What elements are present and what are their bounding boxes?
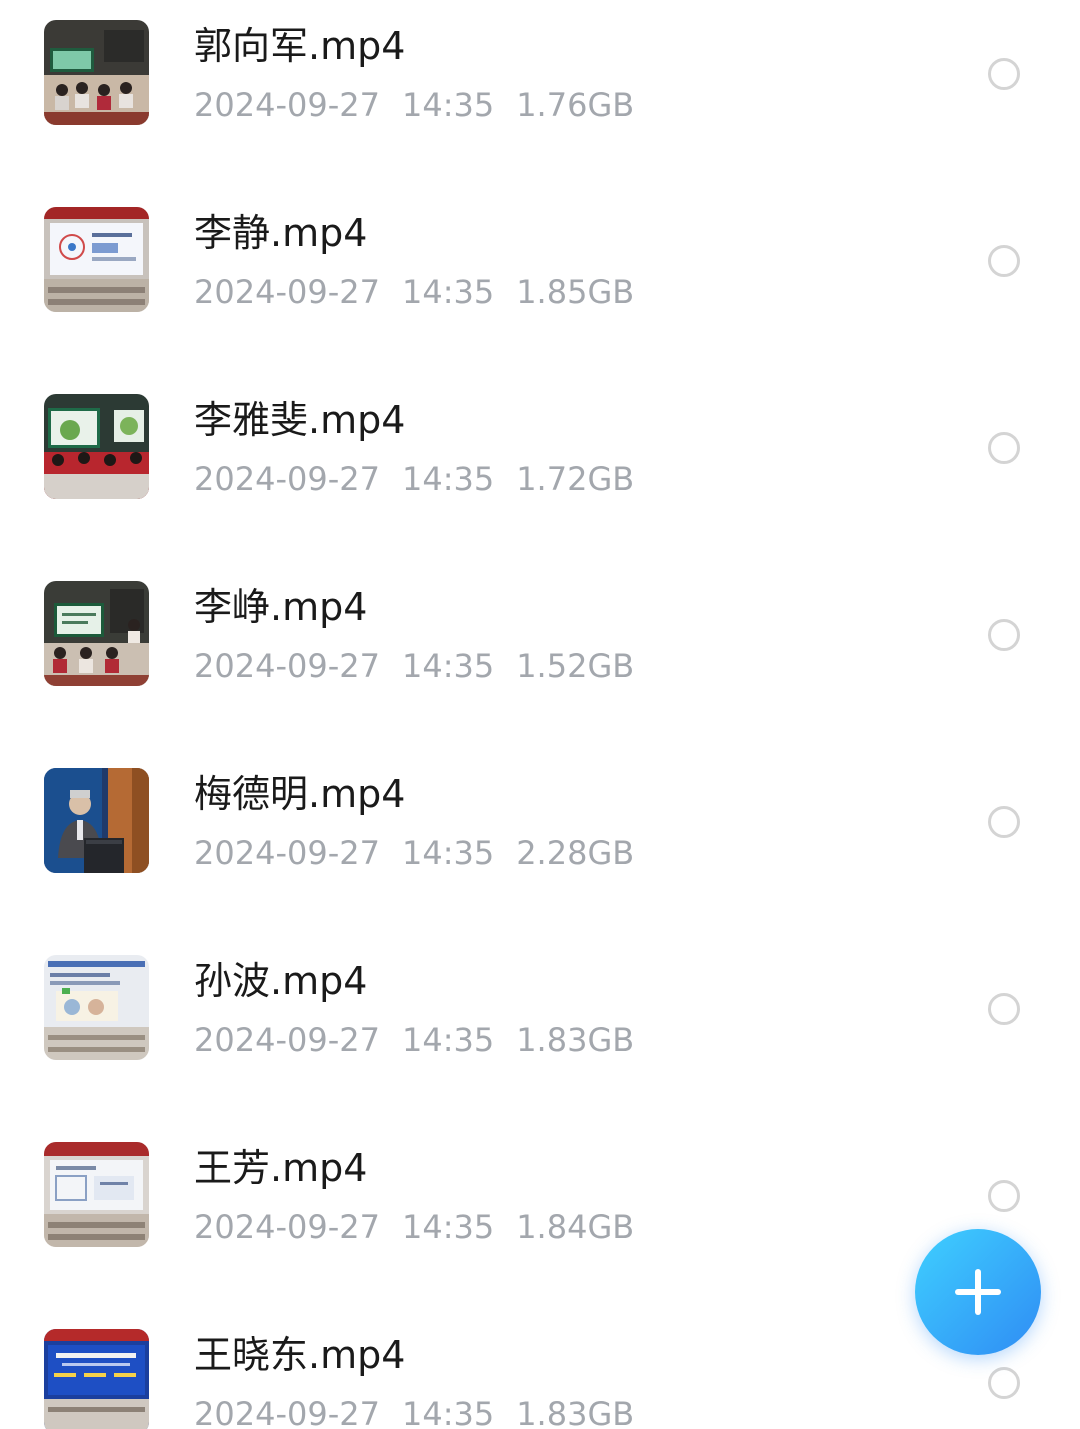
file-meta: 2024-09-27 14:35 1.83GB	[194, 1019, 656, 1061]
speaker-at-podium-icon	[44, 768, 149, 873]
file-time: 14:35	[401, 460, 495, 498]
file-size: 1.83GB	[516, 1021, 635, 1059]
file-meta: 2024-09-27 14:35 1.76GB	[194, 84, 656, 126]
file-name: 郭向军.mp4	[194, 24, 406, 68]
select-radio[interactable]	[988, 619, 1020, 651]
file-row[interactable]: 孙波.mp4 2024-09-27 14:35 1.83GB	[0, 935, 1080, 1122]
file-date: 2024-09-27	[194, 834, 380, 872]
classroom-students-icon	[44, 394, 149, 499]
file-date: 2024-09-27	[194, 647, 380, 685]
file-row[interactable]: 梅德明.mp4 2024-09-27 14:35 2.28GB	[0, 748, 1080, 935]
select-radio[interactable]	[988, 245, 1020, 277]
file-size: 2.28GB	[516, 834, 635, 872]
file-size: 1.76GB	[516, 86, 635, 124]
classroom-students-icon	[44, 20, 149, 125]
file-date: 2024-09-27	[194, 460, 380, 498]
select-radio[interactable]	[988, 58, 1020, 90]
file-name: 李静.mp4	[194, 211, 368, 255]
file-date: 2024-09-27	[194, 273, 380, 311]
file-row[interactable]: 郭向军.mp4 2024-09-27 14:35 1.76GB	[0, 0, 1080, 187]
file-date: 2024-09-27	[194, 1395, 380, 1429]
add-button[interactable]	[915, 1229, 1041, 1355]
conference-banner-icon	[44, 1329, 149, 1429]
file-time: 14:35	[401, 647, 495, 685]
file-time: 14:35	[401, 86, 495, 124]
file-size: 1.84GB	[516, 1208, 635, 1246]
file-list: 郭向军.mp4 2024-09-27 14:35 1.76GB 李静.mp4 2…	[0, 0, 1080, 1429]
file-time: 14:35	[401, 1395, 495, 1429]
file-time: 14:35	[401, 1208, 495, 1246]
file-name: 李峥.mp4	[194, 585, 368, 629]
file-meta: 2024-09-27 14:35 1.83GB	[194, 1393, 656, 1429]
presentation-screen-icon	[44, 955, 149, 1060]
file-time: 14:35	[401, 1021, 495, 1059]
file-meta: 2024-09-27 14:35 1.84GB	[194, 1206, 656, 1248]
plus-icon	[955, 1269, 1001, 1315]
file-meta: 2024-09-27 14:35 2.28GB	[194, 832, 656, 874]
file-name: 梅德明.mp4	[194, 772, 406, 816]
file-row[interactable]: 王晓东.mp4 2024-09-27 14:35 1.83GB	[0, 1309, 1080, 1429]
file-date: 2024-09-27	[194, 1021, 380, 1059]
file-meta: 2024-09-27 14:35 1.52GB	[194, 645, 656, 687]
file-time: 14:35	[401, 273, 495, 311]
file-size: 1.52GB	[516, 647, 635, 685]
file-name: 王晓东.mp4	[194, 1333, 406, 1377]
file-time: 14:35	[401, 834, 495, 872]
file-name: 孙波.mp4	[194, 959, 368, 1003]
file-size: 1.85GB	[516, 273, 635, 311]
file-row[interactable]: 李静.mp4 2024-09-27 14:35 1.85GB	[0, 187, 1080, 374]
select-radio[interactable]	[988, 1367, 1020, 1399]
classroom-students-icon	[44, 581, 149, 686]
select-radio[interactable]	[988, 806, 1020, 838]
select-radio[interactable]	[988, 1180, 1020, 1212]
file-size: 1.72GB	[516, 460, 635, 498]
select-radio[interactable]	[988, 432, 1020, 464]
presentation-screen-icon	[44, 207, 149, 312]
presentation-screen-icon	[44, 1142, 149, 1247]
file-meta: 2024-09-27 14:35 1.72GB	[194, 458, 656, 500]
file-row[interactable]: 李雅斐.mp4 2024-09-27 14:35 1.72GB	[0, 374, 1080, 561]
file-size: 1.83GB	[516, 1395, 635, 1429]
file-date: 2024-09-27	[194, 86, 380, 124]
file-name: 王芳.mp4	[194, 1146, 368, 1190]
file-name: 李雅斐.mp4	[194, 398, 406, 442]
file-date: 2024-09-27	[194, 1208, 380, 1246]
file-row[interactable]: 李峥.mp4 2024-09-27 14:35 1.52GB	[0, 561, 1080, 748]
select-radio[interactable]	[988, 993, 1020, 1025]
file-meta: 2024-09-27 14:35 1.85GB	[194, 271, 656, 313]
